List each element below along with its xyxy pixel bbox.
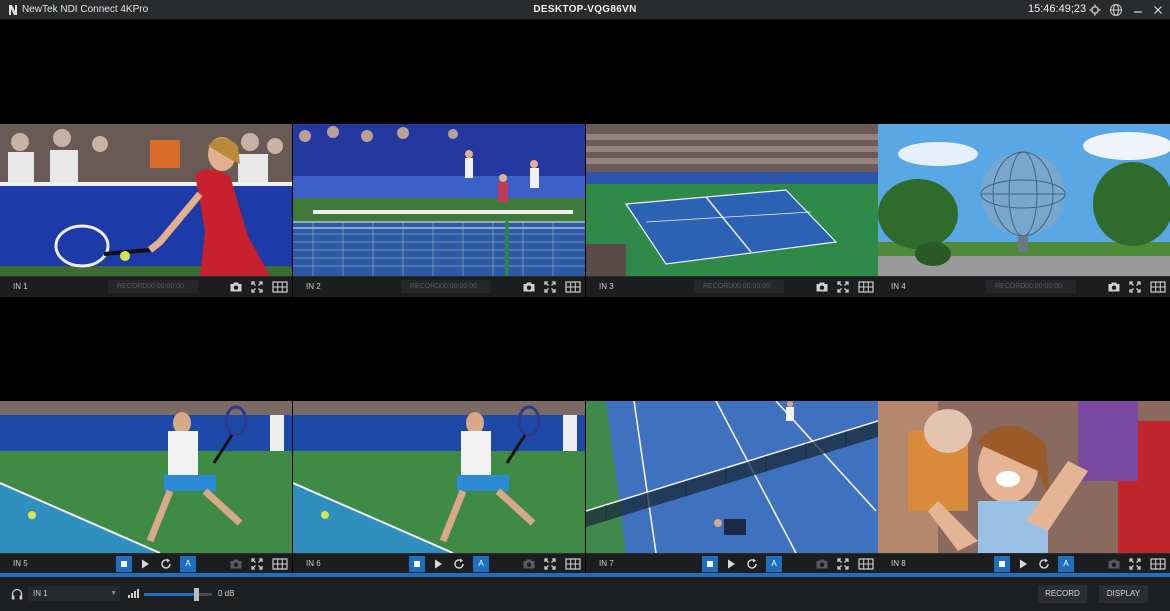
fullscreen-icon[interactable]	[250, 280, 264, 294]
loop-icon[interactable]	[159, 557, 173, 571]
clock-display: 15:46:49;23	[1028, 3, 1087, 15]
machine-name: DESKTOP-VQG86VN	[533, 4, 637, 15]
loop-icon[interactable]	[1037, 557, 1051, 571]
stop-button[interactable]	[409, 556, 425, 572]
video-preview-3[interactable]	[586, 124, 878, 276]
multiview-grid-icon[interactable]	[1150, 557, 1166, 571]
fullscreen-icon[interactable]	[543, 280, 557, 294]
input-tile-1: IN 1 RECORD 00:00:00:00	[0, 124, 292, 297]
stop-button[interactable]	[116, 556, 132, 572]
fullscreen-icon[interactable]	[543, 557, 557, 571]
display-button[interactable]: DISPLAY	[1099, 585, 1148, 603]
multiview-grid-icon[interactable]	[858, 557, 874, 571]
tile-control-bar-3: IN 3 RECORD 00:00:00:00	[586, 276, 878, 297]
tile-label: IN 5	[13, 559, 28, 568]
multiview-grid-icon[interactable]	[858, 280, 874, 294]
multiview-grid-icon[interactable]	[565, 280, 581, 294]
video-preview-7[interactable]	[586, 401, 878, 553]
stop-button[interactable]	[994, 556, 1010, 572]
video-preview-8[interactable]	[878, 401, 1170, 553]
tile-control-bar-8: IN 8 A	[878, 553, 1170, 574]
tile-control-bar-6: IN 6 A	[293, 553, 585, 574]
globe-icon[interactable]	[1109, 3, 1123, 17]
camera-icon[interactable]	[1107, 557, 1121, 571]
volume-slider-thumb[interactable]	[194, 588, 199, 601]
video-preview-4[interactable]	[878, 124, 1170, 276]
record-timecode-4: RECORD 00:00:00:00	[986, 280, 1076, 293]
fullscreen-icon[interactable]	[250, 557, 264, 571]
newtek-logo-icon	[6, 3, 20, 17]
camera-icon[interactable]	[522, 280, 536, 294]
record-timecode-1: RECORD 00:00:00:00	[108, 280, 198, 293]
audio-level-icon	[127, 586, 141, 600]
record-button[interactable]: RECORD	[1038, 585, 1087, 603]
headphones-icon	[10, 587, 24, 601]
input-tile-2: IN 2 RECORD 00:00:00:00	[293, 124, 585, 297]
play-icon[interactable]	[1016, 557, 1030, 571]
video-preview-1[interactable]	[0, 124, 292, 276]
audio-footer: IN 1 ▼ 0 dB RECORD DISPLAY	[0, 577, 1170, 611]
multiview-grid-icon[interactable]	[565, 557, 581, 571]
video-preview-2[interactable]	[293, 124, 585, 276]
app-title: NewTek NDI Connect 4KPro	[22, 4, 149, 15]
audio-a-button[interactable]: A	[1058, 556, 1074, 572]
input-tile-6: IN 6 A	[293, 401, 585, 574]
fullscreen-icon[interactable]	[836, 557, 850, 571]
video-preview-5[interactable]	[0, 401, 292, 553]
camera-icon[interactable]	[815, 280, 829, 294]
audio-a-button[interactable]: A	[766, 556, 782, 572]
tile-control-bar-1: IN 1 RECORD 00:00:00:00	[0, 276, 292, 297]
multiview-grid-icon[interactable]	[1150, 280, 1166, 294]
tile-label: IN 3	[599, 282, 614, 291]
gear-icon[interactable]	[1088, 3, 1102, 17]
loop-icon[interactable]	[452, 557, 466, 571]
loop-icon[interactable]	[745, 557, 759, 571]
volume-db-readout: 0 dB	[218, 589, 235, 598]
tile-label: IN 4	[891, 282, 906, 291]
volume-slider[interactable]	[144, 588, 212, 601]
tile-label: IN 8	[891, 559, 906, 568]
chevron-down-icon: ▼	[110, 590, 117, 597]
tile-label: IN 1	[13, 282, 28, 291]
input-tile-7: IN 7 A	[586, 401, 878, 574]
input-tile-4: IN 4 RECORD 00:00:00:00	[878, 124, 1170, 297]
multiview-grid-icon[interactable]	[272, 280, 288, 294]
video-preview-6[interactable]	[293, 401, 585, 553]
camera-icon[interactable]	[522, 557, 536, 571]
tile-control-bar-4: IN 4 RECORD 00:00:00:00	[878, 276, 1170, 297]
audio-a-button[interactable]: A	[180, 556, 196, 572]
tile-control-bar-7: IN 7 A	[586, 553, 878, 574]
audio-source-select[interactable]: IN 1 ▼	[28, 586, 120, 601]
multiview-grid-icon[interactable]	[272, 557, 288, 571]
tile-label: IN 2	[306, 282, 321, 291]
tile-label: IN 6	[306, 559, 321, 568]
camera-icon[interactable]	[1107, 280, 1121, 294]
fullscreen-icon[interactable]	[836, 280, 850, 294]
audio-a-button[interactable]: A	[473, 556, 489, 572]
fullscreen-icon[interactable]	[1128, 280, 1142, 294]
input-tile-3: IN 3 RECORD 00:00:00:00	[586, 124, 878, 297]
play-icon[interactable]	[724, 557, 738, 571]
volume-slider-fill	[144, 593, 196, 596]
close-icon[interactable]	[1151, 3, 1165, 17]
tile-control-bar-5: IN 5 A	[0, 553, 292, 574]
input-tile-5: IN 5 A	[0, 401, 292, 574]
minimize-icon[interactable]	[1131, 3, 1145, 17]
fullscreen-icon[interactable]	[1128, 557, 1142, 571]
tile-label: IN 7	[599, 559, 614, 568]
stop-button[interactable]	[702, 556, 718, 572]
record-timecode-3: RECORD 00:00:00:00	[694, 280, 784, 293]
play-icon[interactable]	[138, 557, 152, 571]
input-tile-8: IN 8 A	[878, 401, 1170, 574]
play-icon[interactable]	[431, 557, 445, 571]
camera-icon[interactable]	[815, 557, 829, 571]
camera-icon[interactable]	[229, 557, 243, 571]
record-timecode-2: RECORD 00:00:00:00	[401, 280, 491, 293]
camera-icon[interactable]	[229, 280, 243, 294]
tile-control-bar-2: IN 2 RECORD 00:00:00:00	[293, 276, 585, 297]
title-bar: NewTek NDI Connect 4KPro DESKTOP-VQG86VN…	[0, 0, 1170, 20]
